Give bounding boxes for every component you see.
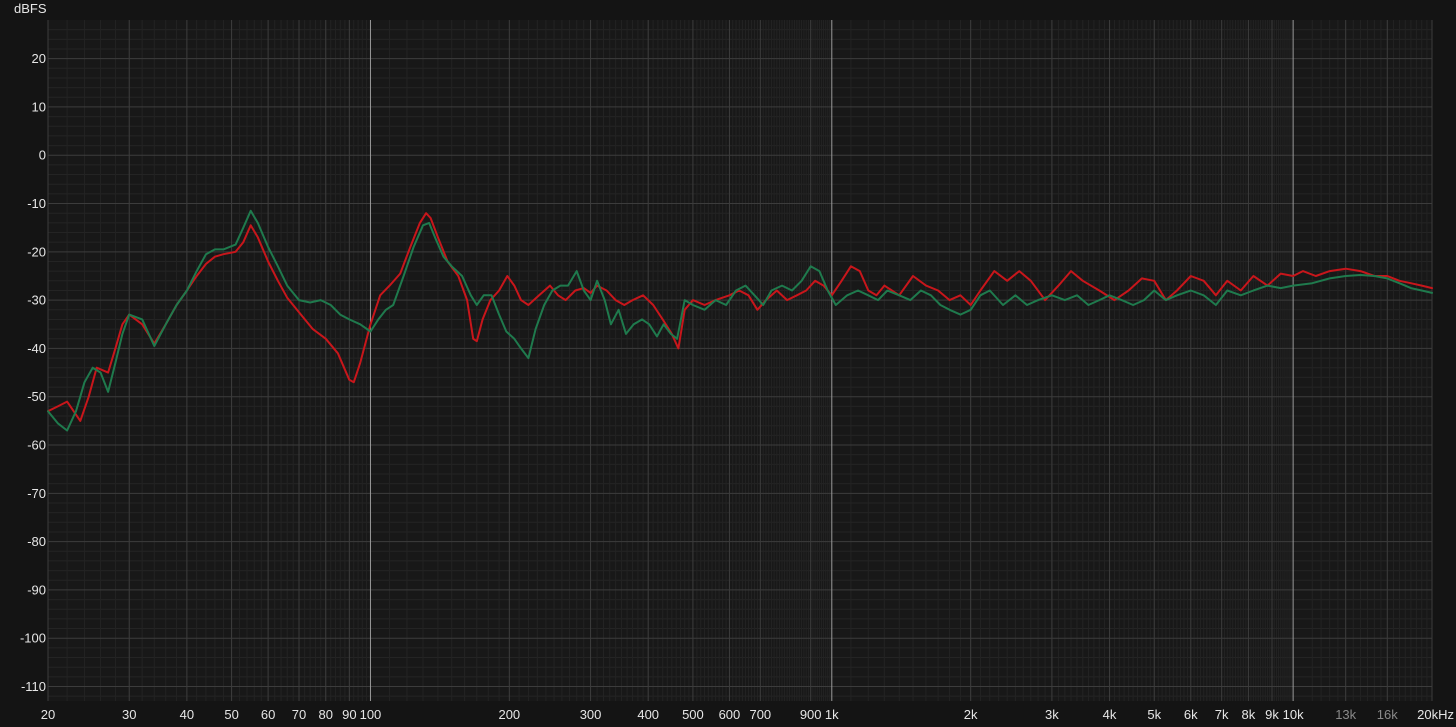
x-tick-label: 500: [682, 707, 704, 722]
x-tick-label: 20kHz: [1417, 707, 1454, 722]
x-tick-label: 700: [749, 707, 771, 722]
x-tick-label: 1k: [825, 707, 839, 722]
y-tick-label: -110: [21, 679, 46, 694]
x-tick-label: 40: [180, 707, 194, 722]
x-tick-label: 30: [122, 707, 136, 722]
y-tick-label: -40: [27, 341, 46, 356]
y-axis-label: dBFS: [14, 1, 47, 16]
x-tick-label: 7k: [1215, 707, 1229, 722]
y-tick-label: -50: [27, 389, 46, 404]
x-tick-label: 900: [800, 707, 822, 722]
y-tick-label: -80: [27, 534, 46, 549]
x-tick-label: 60: [261, 707, 275, 722]
x-tick-label: 5k: [1147, 707, 1161, 722]
x-tick-label: 600: [719, 707, 741, 722]
frequency-response-chart: 20 30 40 50 60 70 80 90 100 200 300 400 500 600 700 900…: [0, 0, 1456, 727]
y-tick-label: -90: [27, 582, 46, 597]
x-tick-label: 80: [319, 707, 333, 722]
y-tick-label: -30: [27, 293, 46, 308]
x-tick-label: 400: [637, 707, 659, 722]
x-tick-label: 2k: [964, 707, 978, 722]
x-tick-label: 90: [342, 707, 356, 722]
x-tick-label: 13k: [1335, 707, 1356, 722]
y-tick-label: 10: [32, 99, 46, 114]
x-tick-label: 3k: [1045, 707, 1059, 722]
x-tick-label: 10k: [1283, 707, 1304, 722]
x-tick-label: 8k: [1242, 707, 1256, 722]
x-tick-label: 70: [292, 707, 306, 722]
x-tick-label: 4k: [1103, 707, 1117, 722]
x-tick-label: 20: [41, 707, 55, 722]
x-tick-label: 16k: [1377, 707, 1398, 722]
x-tick-label: 300: [580, 707, 602, 722]
y-tick-label: -70: [27, 486, 46, 501]
x-tick-label: 100: [360, 707, 382, 722]
x-tick-label: 9k: [1265, 707, 1279, 722]
x-tick-label: 50: [224, 707, 238, 722]
y-tick-label: -20: [27, 244, 46, 259]
x-tick-label: 200: [498, 707, 520, 722]
y-tick-label: 20: [32, 51, 46, 66]
y-tick-label: -100: [20, 631, 46, 646]
y-tick-label: 0: [39, 148, 46, 163]
y-tick-label: -10: [27, 196, 46, 211]
y-tick-label: -60: [27, 438, 46, 453]
x-tick-label: 6k: [1184, 707, 1198, 722]
